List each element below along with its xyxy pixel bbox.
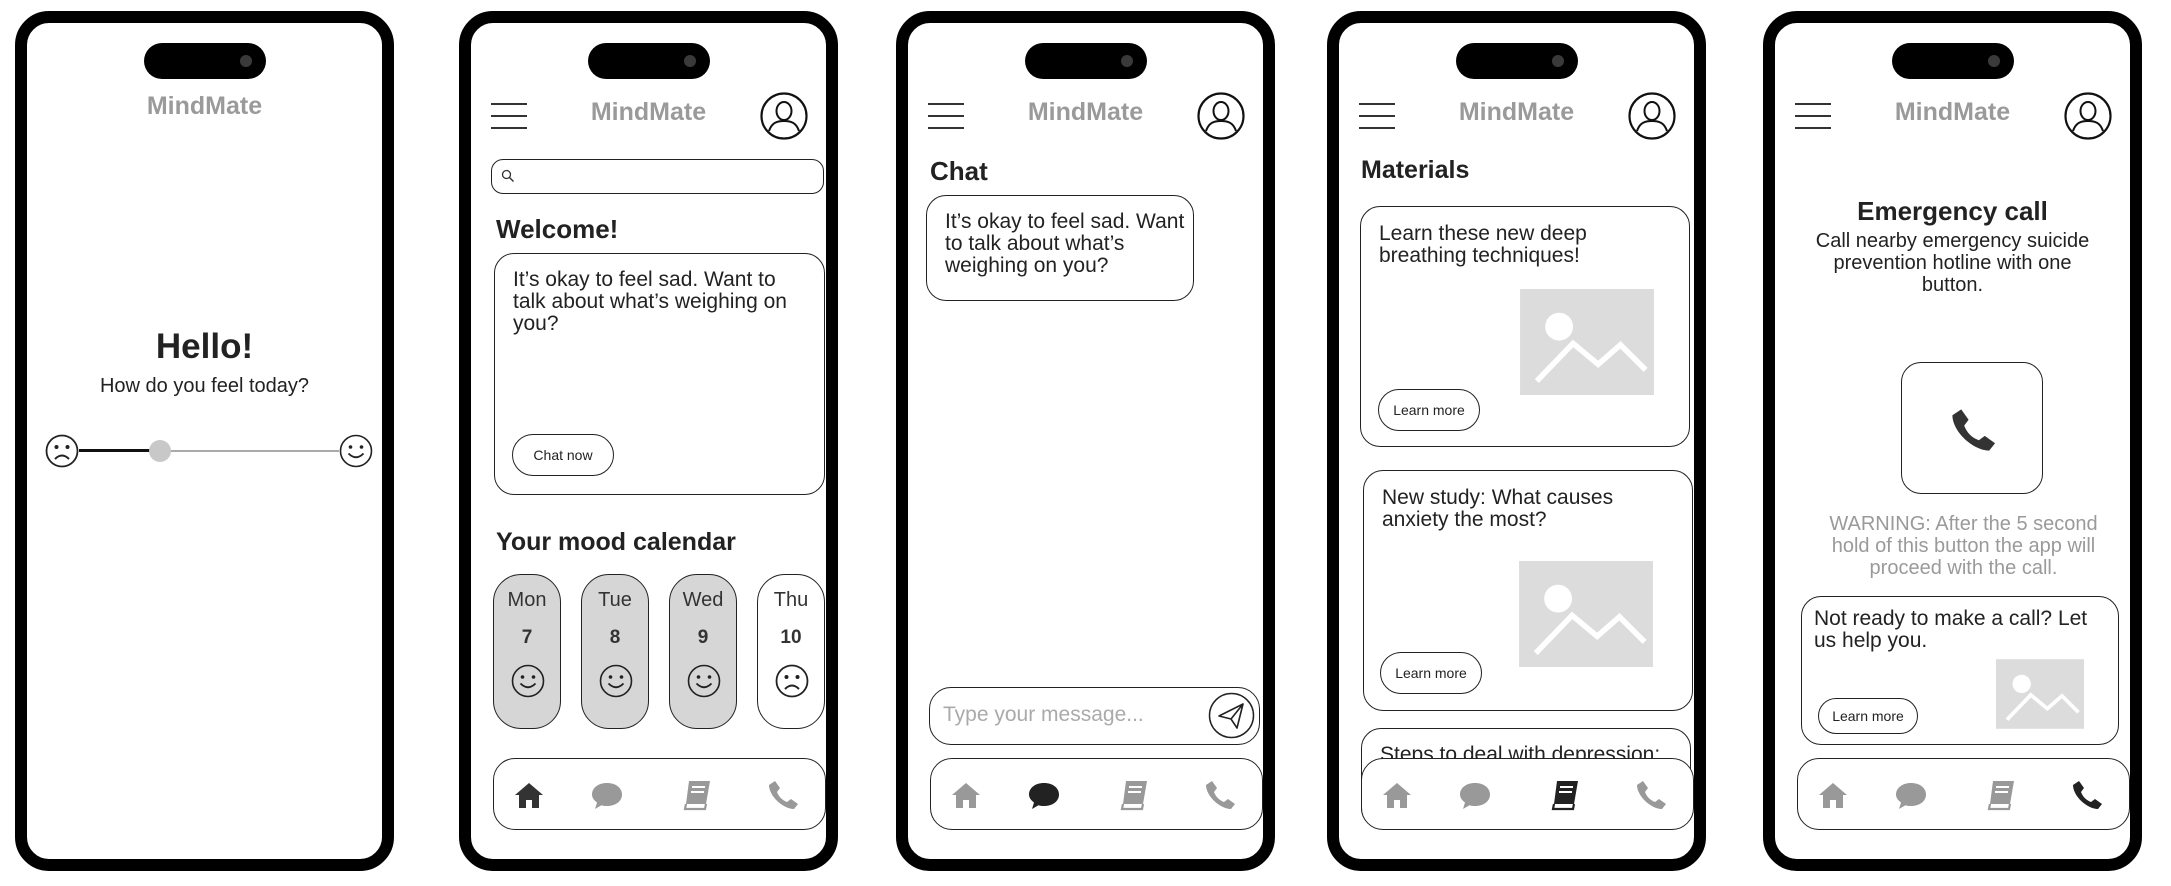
phone-icon[interactable]	[2070, 778, 2104, 812]
slider-thumb[interactable]	[149, 440, 171, 462]
welcome-card: It’s okay to feel sad. Want to talk abou…	[494, 253, 825, 495]
book-icon[interactable]	[1117, 778, 1151, 812]
onboarding-screen: MindMate Hello! How do you feel today?	[15, 11, 394, 871]
profile-avatar-icon[interactable]	[2064, 92, 2112, 140]
learn-more-button[interactable]: Learn more	[1380, 652, 1482, 694]
dynamic-island	[1024, 43, 1147, 79]
image-placeholder-icon	[1520, 289, 1654, 395]
phone-icon[interactable]	[766, 778, 800, 812]
emergency-warning: WARNING: After the 5 second hold of this…	[1829, 513, 2098, 579]
bottom-nav	[1797, 758, 2130, 830]
help-text: Not ready to make a call? Let us help yo…	[1814, 607, 2088, 652]
chat-icon[interactable]	[1458, 778, 1492, 812]
chat-heading: Chat	[930, 156, 988, 186]
dynamic-island	[1455, 43, 1578, 79]
phone-icon[interactable]	[1634, 778, 1668, 812]
emergency-call-button[interactable]	[1901, 362, 2043, 494]
material-card[interactable]: Learn these new deep breathing technique…	[1360, 206, 1690, 447]
mood-calendar-heading: Your mood calendar	[496, 528, 736, 556]
book-icon[interactable]	[1984, 778, 2018, 812]
happy-face-icon	[687, 664, 721, 698]
happy-face-icon	[511, 664, 545, 698]
book-icon[interactable]	[680, 778, 714, 812]
home-icon[interactable]	[1380, 778, 1414, 812]
day-name: Thu	[773, 589, 809, 611]
learn-more-button[interactable]: Learn more	[1378, 389, 1480, 431]
calendar-day-tue[interactable]: Tue 8	[581, 574, 649, 729]
chat-screen: MindMate Chat It’s okay to feel sad. Wan…	[896, 11, 1275, 871]
bottom-nav	[930, 758, 1263, 830]
message-placeholder: Type your message...	[943, 703, 1144, 726]
welcome-message: It’s okay to feel sad. Want to talk abou…	[513, 268, 787, 335]
message-input[interactable]: Type your message...	[929, 687, 1260, 745]
day-name: Mon	[507, 589, 547, 611]
day-name: Wed	[682, 589, 724, 611]
day-date: 7	[521, 627, 533, 648]
image-placeholder-icon	[1996, 659, 2084, 729]
app-brand: MindMate	[146, 92, 263, 120]
welcome-heading: Welcome!	[496, 214, 619, 244]
profile-avatar-icon[interactable]	[1197, 92, 1245, 140]
day-date: 10	[780, 627, 802, 648]
sad-face-icon	[775, 664, 809, 698]
home-icon[interactable]	[949, 778, 983, 812]
day-date: 9	[697, 627, 709, 648]
emergency-heading: Emergency call	[1857, 196, 2048, 226]
profile-avatar-icon[interactable]	[1628, 92, 1676, 140]
bottom-nav	[1361, 758, 1694, 830]
day-name: Tue	[598, 589, 632, 611]
chat-now-button[interactable]: Chat now	[512, 434, 614, 476]
image-placeholder-icon	[1519, 561, 1653, 667]
book-icon[interactable]	[1548, 778, 1582, 812]
bottom-nav	[493, 758, 826, 830]
home-screen: MindMate Welcome! It’s okay to feel sad.…	[459, 11, 838, 871]
search-input[interactable]	[491, 159, 824, 194]
calendar-day-mon[interactable]: Mon 7	[493, 574, 561, 729]
day-date: 8	[609, 627, 621, 648]
greeting-subtitle: How do you feel today?	[99, 375, 310, 397]
help-card[interactable]: Not ready to make a call? Let us help yo…	[1801, 596, 2119, 745]
chat-icon[interactable]	[1027, 778, 1061, 812]
material-card[interactable]: New study: What causes anxiety the most?…	[1363, 470, 1693, 711]
greeting-title: Hello!	[155, 327, 254, 366]
dynamic-island	[1891, 43, 2014, 79]
home-icon[interactable]	[1816, 778, 1850, 812]
sad-face-icon	[45, 434, 79, 468]
dynamic-island	[143, 43, 266, 79]
material-title: Learn these new deep breathing technique…	[1379, 222, 1587, 267]
phone-icon[interactable]	[1203, 778, 1237, 812]
chat-icon[interactable]	[590, 778, 624, 812]
emergency-screen: MindMate Emergency call Call nearby emer…	[1763, 11, 2142, 871]
chat-icon[interactable]	[1894, 778, 1928, 812]
bot-message-bubble: It’s okay to feel sad. Want to talk abou…	[926, 195, 1194, 301]
materials-screen: MindMate Materials Learn these new deep …	[1327, 11, 1706, 871]
calendar-day-thu[interactable]: Thu 10	[757, 574, 825, 729]
bot-message-text: It’s okay to feel sad. Want to talk abou…	[945, 210, 1185, 277]
materials-heading: Materials	[1361, 156, 1470, 184]
material-title: New study: What causes anxiety the most?	[1382, 486, 1614, 531]
search-icon	[501, 169, 514, 182]
send-icon[interactable]	[1208, 692, 1255, 739]
happy-face-icon	[599, 664, 633, 698]
profile-avatar-icon[interactable]	[760, 92, 808, 140]
home-icon[interactable]	[512, 778, 546, 812]
emergency-description: Call nearby emergency suicide prevention…	[1815, 230, 2090, 296]
phone-icon	[1948, 405, 1998, 455]
learn-more-button[interactable]: Learn more	[1818, 698, 1918, 734]
dynamic-island	[587, 43, 710, 79]
happy-face-icon	[339, 434, 373, 468]
calendar-day-wed[interactable]: Wed 9	[669, 574, 737, 729]
mood-slider[interactable]	[45, 433, 375, 469]
